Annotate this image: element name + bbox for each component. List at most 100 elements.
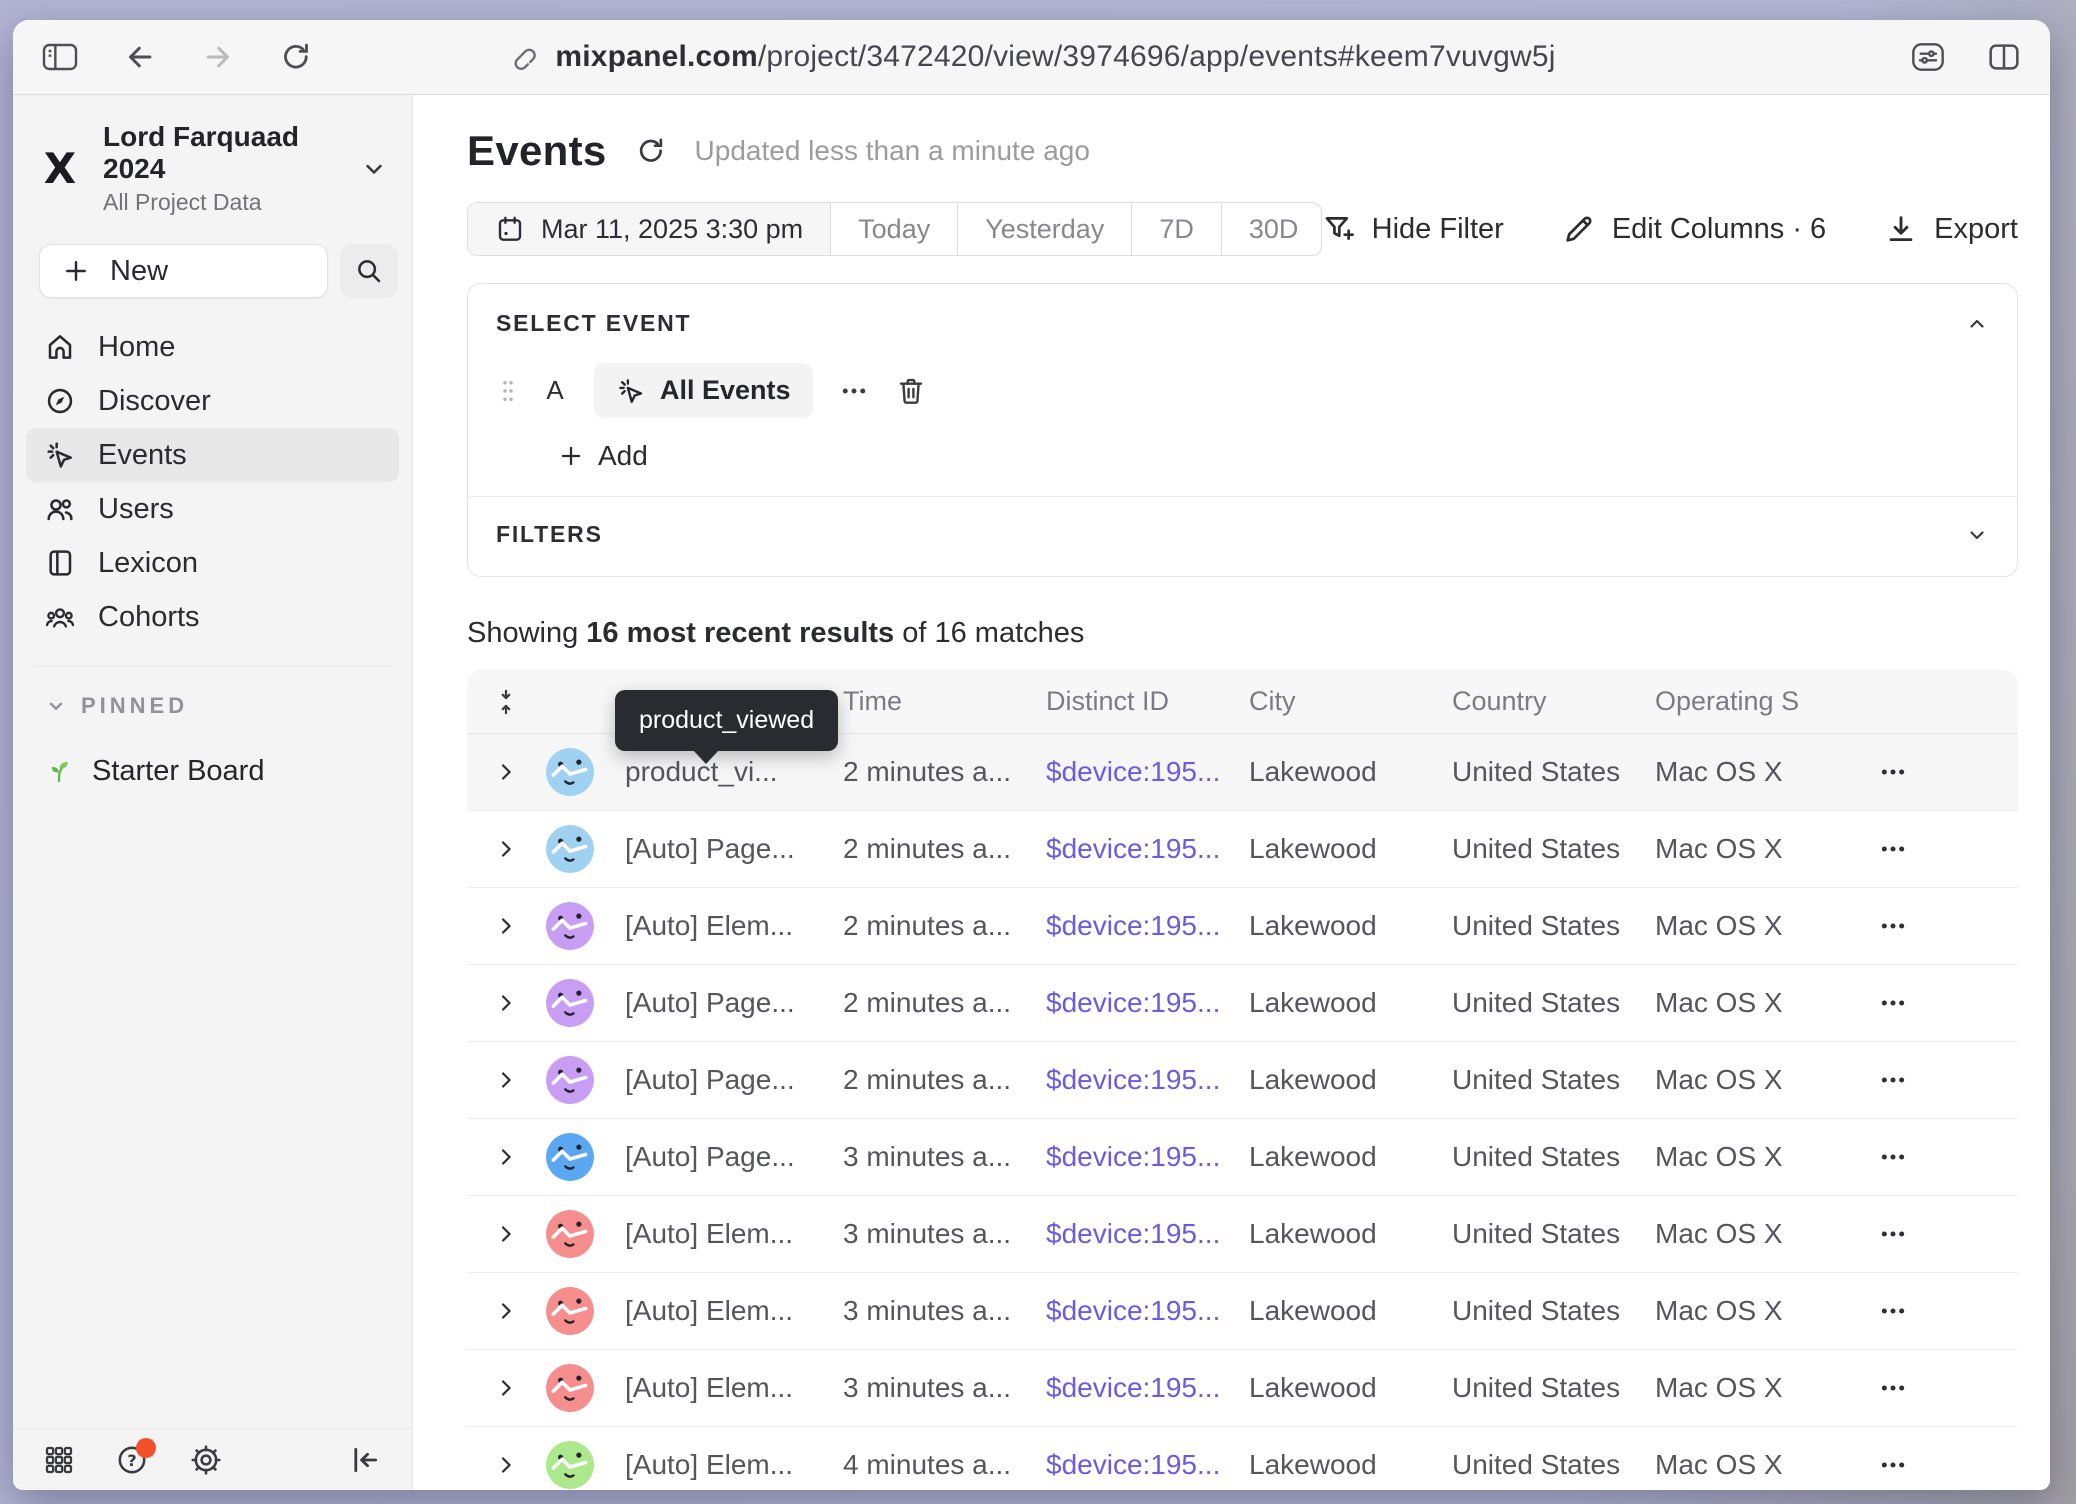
expand-row-chevron-icon[interactable] (467, 1221, 545, 1247)
row-more-options-icon[interactable] (1859, 1141, 2018, 1173)
sidebar-item-cohorts[interactable]: Cohorts (26, 590, 399, 644)
export-button[interactable]: Export (1884, 212, 2018, 246)
home-icon (44, 331, 76, 363)
row-more-options-icon[interactable] (1859, 987, 2018, 1019)
collapse-sidebar-icon[interactable] (348, 1443, 382, 1477)
expand-row-chevron-icon[interactable] (467, 1452, 545, 1478)
event-avatar-icon (545, 1286, 625, 1336)
distinct-id-link[interactable]: $device:195... (1046, 987, 1249, 1019)
city: Lakewood (1249, 1295, 1452, 1327)
expand-row-chevron-icon[interactable] (467, 759, 545, 785)
distinct-id-link[interactable]: $device:195... (1046, 1064, 1249, 1096)
operating-system: Mac OS X (1655, 756, 1859, 788)
table-row[interactable]: [Auto] Elem... 4 minutes a... $device:19… (467, 1427, 2018, 1490)
sidebar-item-home[interactable]: Home (26, 320, 399, 374)
new-button[interactable]: New (39, 244, 328, 298)
reload-button-icon[interactable] (279, 40, 313, 74)
distinct-id-link[interactable]: $device:195... (1046, 1449, 1249, 1481)
project-scope: All Project Data (103, 189, 342, 216)
distinct-id-link[interactable]: $device:195... (1046, 1295, 1249, 1327)
range-7d[interactable]: 7D (1132, 203, 1222, 255)
download-icon (1884, 212, 1918, 246)
distinct-id-link[interactable]: $device:195... (1046, 833, 1249, 865)
table-row[interactable]: [Auto] Elem... 3 minutes a... $device:19… (467, 1273, 2018, 1350)
expand-row-chevron-icon[interactable] (467, 1067, 545, 1093)
row-more-options-icon[interactable] (1859, 1064, 2018, 1096)
event-name-tooltip: product_viewed (615, 690, 838, 751)
select-event-section-header[interactable]: SELECT EVENT (496, 310, 1989, 337)
collapse-rows-icon[interactable] (467, 688, 545, 716)
distinct-id-link[interactable]: $device:195... (1046, 1141, 1249, 1173)
event-name: [Auto] Elem... (625, 1218, 843, 1250)
page-settings-icon[interactable] (1908, 40, 1948, 74)
pinned-section-header[interactable]: PINNED (13, 667, 412, 719)
project-switcher[interactable]: X Lord Farquaad 2024 All Project Data (13, 95, 412, 226)
event-avatar-icon (545, 824, 625, 874)
expand-row-chevron-icon[interactable] (467, 990, 545, 1016)
forward-button-icon[interactable] (201, 40, 235, 74)
event-time: 3 minutes a... (843, 1218, 1046, 1250)
row-more-options-icon[interactable] (1859, 756, 2018, 788)
table-row[interactable]: [Auto] Page... 2 minutes a... $device:19… (467, 1042, 2018, 1119)
expand-row-chevron-icon[interactable] (467, 836, 545, 862)
delete-event-trash-icon[interactable] (895, 375, 927, 407)
table-row[interactable]: [Auto] Elem... 3 minutes a... $device:19… (467, 1350, 2018, 1427)
sidebar-item-lexicon[interactable]: Lexicon (26, 536, 399, 590)
back-button-icon[interactable] (123, 40, 157, 74)
country: United States (1452, 1064, 1655, 1096)
row-more-options-icon[interactable] (1859, 1218, 2018, 1250)
row-more-options-icon[interactable] (1859, 910, 2018, 942)
project-chevron-down-icon (360, 155, 388, 183)
table-row[interactable]: [Auto] Page... 2 minutes a... $device:19… (467, 811, 2018, 888)
sidebar-item-events[interactable]: Events (26, 428, 399, 482)
distinct-id-link[interactable]: $device:195... (1046, 1372, 1249, 1404)
row-more-options-icon[interactable] (1859, 1372, 2018, 1404)
event-name: [Auto] Elem... (625, 910, 843, 942)
search-button[interactable] (340, 244, 398, 298)
distinct-id-link[interactable]: $device:195... (1046, 756, 1249, 788)
browser-sidebar-toggle-icon[interactable] (41, 41, 79, 73)
row-more-options-icon[interactable] (1859, 1295, 2018, 1327)
query-builder-card: SELECT EVENT A All Events (467, 283, 2018, 577)
sidebar-item-discover[interactable]: Discover (26, 374, 399, 428)
expand-row-chevron-icon[interactable] (467, 913, 545, 939)
split-view-icon[interactable] (1986, 41, 2022, 73)
drag-handle-icon[interactable] (500, 378, 516, 404)
row-more-options-icon[interactable] (1859, 833, 2018, 865)
range-today[interactable]: Today (831, 203, 958, 255)
project-name: Lord Farquaad 2024 (103, 121, 342, 185)
edit-columns-button[interactable]: Edit Columns · 6 (1562, 212, 1826, 246)
table-row[interactable]: [Auto] Page... 3 minutes a... $device:19… (467, 1119, 2018, 1196)
event-selector-chip[interactable]: All Events (594, 363, 813, 418)
sidebar-item-users[interactable]: Users (26, 482, 399, 536)
range-yesterday[interactable]: Yesterday (958, 203, 1132, 255)
filters-section-header[interactable]: FILTERS (496, 497, 1989, 576)
chevron-down-icon (45, 695, 67, 717)
table-row[interactable]: [Auto] Page... 2 minutes a... $device:19… (467, 965, 2018, 1042)
address-bar[interactable]: mixpanel.com/project/3472420/view/397469… (507, 40, 1555, 74)
help-icon[interactable]: ? (115, 1443, 149, 1477)
range-30d[interactable]: 30D (1222, 203, 1322, 255)
hide-filter-button[interactable]: Hide Filter (1322, 212, 1504, 246)
apps-grid-icon[interactable] (43, 1444, 75, 1476)
table-row[interactable]: [Auto] Elem... 2 minutes a... $device:19… (467, 888, 2018, 965)
expand-row-chevron-icon[interactable] (467, 1298, 545, 1324)
distinct-id-link[interactable]: $device:195... (1046, 1218, 1249, 1250)
add-event-button[interactable]: Add (558, 440, 1989, 496)
plus-icon (558, 443, 584, 469)
refresh-icon[interactable] (635, 135, 667, 167)
cursor-click-icon (616, 376, 646, 406)
table-row[interactable]: [Auto] Elem... 3 minutes a... $device:19… (467, 1196, 2018, 1273)
chevron-down-icon[interactable] (1965, 523, 1989, 547)
row-more-options-icon[interactable] (1859, 1449, 2018, 1481)
event-more-options-icon[interactable] (839, 376, 869, 406)
chevron-up-icon[interactable] (1965, 312, 1989, 336)
date-picker-button[interactable]: Mar 11, 2025 3:30 pm (468, 203, 831, 255)
operating-system: Mac OS X (1655, 910, 1859, 942)
distinct-id-link[interactable]: $device:195... (1046, 910, 1249, 942)
sidebar-item-starter-board[interactable]: Starter Board (26, 745, 399, 797)
events-table: Time Distinct ID City Country Operating … (467, 670, 2018, 1490)
expand-row-chevron-icon[interactable] (467, 1375, 545, 1401)
expand-row-chevron-icon[interactable] (467, 1144, 545, 1170)
settings-gear-icon[interactable] (189, 1443, 223, 1477)
